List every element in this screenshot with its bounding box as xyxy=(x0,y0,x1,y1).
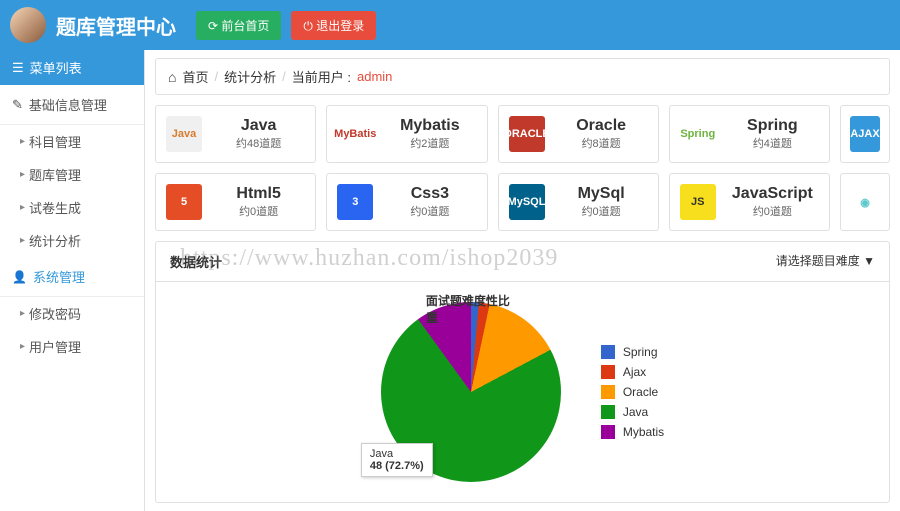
card-sub: 约0道题 xyxy=(212,203,305,219)
card-sub: 约2道题 xyxy=(383,135,476,151)
subject-card-Java[interactable]: JavaJava约48道题 xyxy=(155,105,316,163)
card-title: Spring xyxy=(726,117,819,135)
card-icon: Java xyxy=(166,116,202,152)
card-sub: 约8道题 xyxy=(555,135,648,151)
card-title: Html5 xyxy=(212,185,305,203)
home-icon xyxy=(168,69,176,85)
sidebar-section-basic[interactable]: 基础信息管理 xyxy=(0,85,144,125)
subject-card-AJAX[interactable]: AJAX xyxy=(840,105,890,163)
breadcrumb-user: admin xyxy=(357,69,392,84)
legend-label: Ajax xyxy=(623,365,646,379)
sidebar-item-stats[interactable]: ▸统计分析 xyxy=(0,224,144,257)
difficulty-filter[interactable]: 请选择题目难度 ▼ xyxy=(776,252,875,271)
legend-item-Mybatis[interactable]: Mybatis xyxy=(601,425,664,439)
app-title: 题库管理中心 xyxy=(56,11,176,40)
user-avatar[interactable] xyxy=(10,7,46,43)
legend-swatch xyxy=(601,365,615,379)
subject-card-Oracle[interactable]: ORACLE Oracle约8道题 xyxy=(498,105,659,163)
legend-label: Mybatis xyxy=(623,425,664,439)
card-title: MySql xyxy=(555,185,648,203)
card-title: Java xyxy=(212,117,305,135)
card-icon: ◉ xyxy=(851,184,879,220)
legend-label: Java xyxy=(623,405,648,419)
legend-swatch xyxy=(601,425,615,439)
sidebar-item-users[interactable]: ▸用户管理 xyxy=(0,330,144,363)
menu-list-header: 菜单列表 xyxy=(0,50,144,85)
card-sub: 约0道题 xyxy=(383,203,476,219)
sidebar-item-password[interactable]: ▸修改密码 xyxy=(0,297,144,330)
card-sub: 约0道题 xyxy=(726,203,819,219)
chart-legend: Spring Ajax Oracle Java Mybatis xyxy=(601,345,664,439)
card-title: Oracle xyxy=(555,117,648,135)
subject-card-Html5[interactable]: 5 Html5约0道题 xyxy=(155,173,316,231)
card-icon: 3 xyxy=(337,184,373,220)
bars-icon xyxy=(12,60,24,76)
card-title: Css3 xyxy=(383,185,476,203)
breadcrumb-user-label: 当前用户 : xyxy=(292,67,351,86)
legend-label: Spring xyxy=(623,345,658,359)
card-sub: 约0道题 xyxy=(555,203,648,219)
legend-item-Java[interactable]: Java xyxy=(601,405,664,419)
legend-item-Oracle[interactable]: Oracle xyxy=(601,385,664,399)
legend-swatch xyxy=(601,345,615,359)
subject-card-9[interactable]: ◉ xyxy=(840,173,890,231)
chart-tooltip: Java 48 (72.7%) xyxy=(361,443,433,477)
subject-card-Mybatis[interactable]: MyBatis Mybatis约2道题 xyxy=(326,105,487,163)
breadcrumb-page: 统计分析 xyxy=(224,67,276,86)
stats-panel: 数据统计 请选择题目难度 ▼ 面试题难度性比重 Java 48 (72.7%) … xyxy=(155,241,890,503)
sidebar-item-bank[interactable]: ▸题库管理 xyxy=(0,158,144,191)
legend-swatch xyxy=(601,385,615,399)
frontend-home-button[interactable]: ⟳ 前台首页 xyxy=(196,11,281,40)
pie-chart[interactable]: 面试题难度性比重 Java 48 (72.7%) xyxy=(381,302,561,482)
logout-button[interactable]: ⏻ 退出登录 xyxy=(291,11,376,40)
card-sub: 约4道题 xyxy=(726,135,819,151)
card-sub: 约48道题 xyxy=(212,135,305,151)
sidebar: 菜单列表 基础信息管理 ▸科目管理 ▸题库管理 ▸试卷生成 ▸统计分析 系统管理… xyxy=(0,50,145,511)
card-icon: MySQL xyxy=(509,184,545,220)
panel-title: 数据统计 xyxy=(170,252,222,271)
edit-icon xyxy=(12,97,23,113)
breadcrumb: 首页 / 统计分析 / 当前用户 : admin xyxy=(155,58,890,95)
card-icon: MyBatis xyxy=(337,116,373,152)
sidebar-item-subject[interactable]: ▸科目管理 xyxy=(0,125,144,158)
legend-label: Oracle xyxy=(623,385,658,399)
breadcrumb-home[interactable]: 首页 xyxy=(182,67,208,86)
subject-card-MySql[interactable]: MySQL MySql约0道题 xyxy=(498,173,659,231)
user-icon xyxy=(12,269,27,284)
subject-card-JavaScript[interactable]: JS JavaScript约0道题 xyxy=(669,173,830,231)
legend-swatch xyxy=(601,405,615,419)
legend-item-Ajax[interactable]: Ajax xyxy=(601,365,664,379)
sidebar-section-system[interactable]: 系统管理 xyxy=(0,257,144,297)
card-icon: AJAX xyxy=(850,116,879,152)
chart-title: 面试题难度性比重 xyxy=(426,292,516,326)
card-title: Mybatis xyxy=(383,117,476,135)
subject-card-Css3[interactable]: 3 Css3约0道题 xyxy=(326,173,487,231)
legend-item-Spring[interactable]: Spring xyxy=(601,345,664,359)
card-icon: ORACLE xyxy=(509,116,545,152)
subject-card-Spring[interactable]: SpringSpring约4道题 xyxy=(669,105,830,163)
sidebar-item-paper[interactable]: ▸试卷生成 xyxy=(0,191,144,224)
card-icon: Spring xyxy=(680,116,716,152)
card-title: JavaScript xyxy=(726,185,819,203)
card-icon: 5 xyxy=(166,184,202,220)
card-icon: JS xyxy=(680,184,716,220)
